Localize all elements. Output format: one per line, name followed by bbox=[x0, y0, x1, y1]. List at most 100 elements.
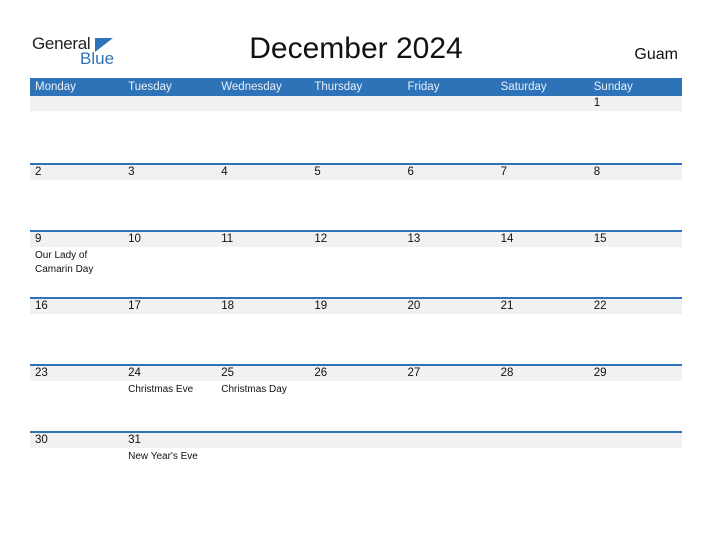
week-row: 1 bbox=[30, 96, 682, 163]
day-cell: 30 bbox=[30, 433, 123, 464]
day-number bbox=[221, 96, 309, 111]
day-number: 17 bbox=[128, 300, 141, 312]
calendar-grid: Monday Tuesday Wednesday Thursday Friday Satu… bbox=[30, 78, 682, 498]
day-cell bbox=[496, 96, 589, 111]
day-number bbox=[408, 96, 496, 111]
day-number: 22 bbox=[593, 300, 607, 312]
day-cell: 31 New Year's Eve bbox=[123, 433, 216, 464]
day-number: 10 bbox=[128, 233, 141, 245]
day-cell bbox=[589, 433, 682, 464]
weekday-tuesday: Tuesday bbox=[128, 81, 172, 93]
day-number: 7 bbox=[500, 166, 508, 178]
day-number bbox=[501, 433, 589, 448]
day-cell bbox=[309, 433, 402, 464]
day-number: 14 bbox=[500, 233, 514, 245]
day-cell bbox=[403, 96, 496, 111]
day-number: 3 bbox=[128, 166, 135, 178]
week-row: 23 24 Christmas Eve 25 Christmas Day 26 27 28 29 bbox=[30, 364, 682, 431]
day-cell: 16 bbox=[30, 299, 123, 314]
holiday-label: Our Lady of Camarin Day bbox=[35, 250, 94, 275]
week-row: 2 3 4 5 6 7 8 bbox=[30, 163, 682, 230]
day-number bbox=[594, 433, 682, 448]
day-cell bbox=[216, 433, 309, 464]
weekday-thursday: Thursday bbox=[314, 81, 363, 93]
weekday-wednesday: Wednesday bbox=[221, 81, 282, 93]
day-cell: 3 bbox=[123, 165, 216, 180]
day-cell: 1 bbox=[589, 96, 682, 111]
weekday-saturday: Saturday bbox=[500, 81, 547, 93]
day-number: 31 bbox=[128, 434, 141, 446]
day-number: 11 bbox=[221, 233, 234, 245]
day-cell: 26 bbox=[309, 366, 402, 397]
day-number: 2 bbox=[35, 166, 42, 178]
day-number bbox=[314, 96, 402, 111]
day-cell: 23 bbox=[30, 366, 123, 397]
week-row: 16 17 18 19 20 21 22 bbox=[30, 297, 682, 364]
day-cell: 4 bbox=[216, 165, 309, 180]
day-cell: 8 bbox=[589, 165, 682, 180]
day-cell: 19 bbox=[309, 299, 402, 314]
day-number: 30 bbox=[35, 434, 48, 446]
day-number: 5 bbox=[314, 166, 321, 178]
calendar-title: December 2024 bbox=[249, 32, 463, 65]
holiday-label: Christmas Eve bbox=[128, 384, 194, 395]
day-cell: 28 bbox=[496, 366, 589, 397]
day-number: 20 bbox=[407, 300, 421, 312]
day-number: 26 bbox=[314, 367, 328, 379]
day-cell: 13 bbox=[403, 232, 496, 276]
day-number: 12 bbox=[314, 233, 328, 245]
day-cell: 29 bbox=[589, 366, 682, 397]
day-cell bbox=[123, 96, 216, 111]
day-cell: 14 bbox=[496, 232, 589, 276]
day-number: 15 bbox=[593, 233, 607, 245]
day-number: 27 bbox=[407, 367, 421, 379]
day-number: 9 bbox=[35, 233, 42, 245]
day-number: 19 bbox=[314, 300, 328, 312]
day-cell: 7 bbox=[496, 165, 589, 180]
day-cell: 10 bbox=[123, 232, 216, 276]
day-cell: 6 bbox=[403, 165, 496, 180]
day-number: 16 bbox=[35, 300, 48, 312]
day-number: 6 bbox=[407, 166, 414, 178]
day-number: 25 bbox=[221, 367, 235, 379]
day-cell: 20 bbox=[403, 299, 496, 314]
day-number: 1 bbox=[593, 97, 601, 109]
week-row: 30 31 New Year's Eve bbox=[30, 431, 682, 498]
holiday-label: Christmas Day bbox=[221, 384, 287, 395]
day-number bbox=[408, 433, 496, 448]
day-number bbox=[221, 433, 309, 448]
day-cell bbox=[30, 96, 123, 111]
week-row: 9 Our Lady of Camarin Day 10 11 12 13 14 15 bbox=[30, 230, 682, 297]
day-number: 24 bbox=[128, 367, 141, 379]
day-cell bbox=[496, 433, 589, 464]
day-cell: 9 Our Lady of Camarin Day bbox=[30, 232, 123, 276]
day-number: 13 bbox=[407, 233, 421, 245]
day-cell: 11 bbox=[216, 232, 309, 276]
day-number: 18 bbox=[221, 300, 235, 312]
holiday-label: New Year's Eve bbox=[128, 451, 198, 462]
day-cell: 21 bbox=[496, 299, 589, 314]
day-number: 4 bbox=[221, 166, 228, 178]
day-number bbox=[35, 96, 123, 111]
day-cell bbox=[309, 96, 402, 111]
day-cell: 27 bbox=[403, 366, 496, 397]
day-number: 21 bbox=[500, 300, 514, 312]
day-cell: 17 bbox=[123, 299, 216, 314]
day-cell: 15 bbox=[589, 232, 682, 276]
day-number: 29 bbox=[593, 367, 607, 379]
day-number bbox=[314, 433, 402, 448]
day-number: 28 bbox=[500, 367, 514, 379]
day-number: 8 bbox=[593, 166, 601, 178]
day-cell: 5 bbox=[309, 165, 402, 180]
day-cell: 22 bbox=[589, 299, 682, 314]
weekday-monday: Monday bbox=[35, 81, 76, 93]
day-cell: 25 Christmas Day bbox=[216, 366, 309, 397]
day-number bbox=[128, 96, 216, 111]
day-cell: 2 bbox=[30, 165, 123, 180]
day-cell: 18 bbox=[216, 299, 309, 314]
day-cell: 24 Christmas Eve bbox=[123, 366, 216, 397]
region-label: Guam bbox=[634, 46, 678, 63]
day-cell: 12 bbox=[309, 232, 402, 276]
day-number: 23 bbox=[35, 367, 48, 379]
weekday-header: Monday Tuesday Wednesday Thursday Friday Satu… bbox=[30, 78, 682, 96]
